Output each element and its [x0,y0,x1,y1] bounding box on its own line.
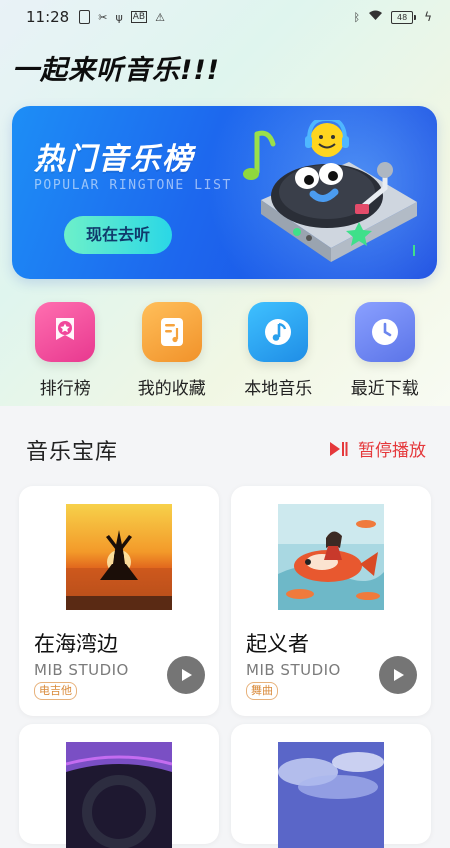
pause-playback-button[interactable]: 暂停播放 [330,436,426,461]
music-library-section: 音乐宝库 暂停播放 在海湾边 MIB STUDIO 电吉他 起义者 MIB ST… [0,406,450,848]
quick-link-ranking[interactable]: 排行榜 [15,302,115,406]
quick-link-recent-downloads[interactable]: 最近下载 [335,302,435,406]
song-genre-tag: 舞曲 [246,682,278,700]
pause-label: 暂停播放 [358,441,426,461]
song-cover-image [66,504,172,610]
play-icon [182,669,192,681]
quick-link-label: 我的收藏 [137,379,206,399]
banner-subtitle: POPULAR RINGTONE LIST [34,178,232,193]
song-card[interactable]: 在海湾边 MIB STUDIO 电吉他 [19,486,219,716]
song-card[interactable]: 起义者 MIB STUDIO 舞曲 [231,486,431,716]
tools-icon: ✂ [98,10,108,24]
warning-icon: ⚠ [155,10,165,24]
quick-link-local-music[interactable]: 本地音乐 [228,302,328,406]
song-artist: MIB STUDIO [246,661,341,679]
song-cover-image [278,504,384,610]
bluetooth-icon: ᛒ [353,10,361,24]
hot-chart-banner[interactable]: 热门音乐榜 POPULAR RINGTONE LIST 现在去听 [12,106,437,279]
favorites-list-icon [141,302,202,362]
banner-title: 热门音乐榜 [34,142,194,177]
play-button[interactable] [379,656,417,694]
song-cover-image [66,742,172,848]
status-time: 11:28 [26,8,70,26]
usb-icon: ψ [115,10,123,24]
music-note-icon [243,130,276,180]
clock-icon [354,302,415,362]
song-artist: MIB STUDIO [34,661,129,679]
song-title: 起义者 [246,632,309,656]
quick-link-label: 本地音乐 [244,379,313,399]
quick-link-favorites[interactable]: 我的收藏 [122,302,222,406]
play-button[interactable] [167,656,205,694]
music-note-icon [248,302,309,362]
section-title: 音乐宝库 [26,440,119,465]
song-card[interactable] [231,724,431,848]
quick-link-label: 排行榜 [39,379,91,399]
song-card[interactable] [19,724,219,848]
status-bar: 11:28 ✂ ψ AB ⚠ ᛒ 48 ϟ [0,0,450,34]
turntable-illustration [243,120,417,262]
battery-icon: 48 [391,10,417,24]
play-icon [394,669,404,681]
song-genre-tag: 电吉他 [34,682,77,700]
battery-level: 48 [391,10,414,24]
pause-icon [330,441,348,456]
award-icon [35,302,96,362]
song-cover-image [278,742,384,848]
song-title: 在海湾边 [34,632,118,656]
page-headline: 一起来听音乐!!! [12,55,220,86]
quick-link-label: 最近下载 [350,379,419,399]
charging-icon: ϟ [424,10,432,24]
ab-icon: AB [130,11,148,23]
sim-card-icon [79,10,91,24]
wifi-icon [368,9,383,25]
listen-now-button[interactable]: 现在去听 [64,216,172,254]
quick-links: 排行榜 我的收藏 本地音乐 最近下载 [0,302,450,406]
